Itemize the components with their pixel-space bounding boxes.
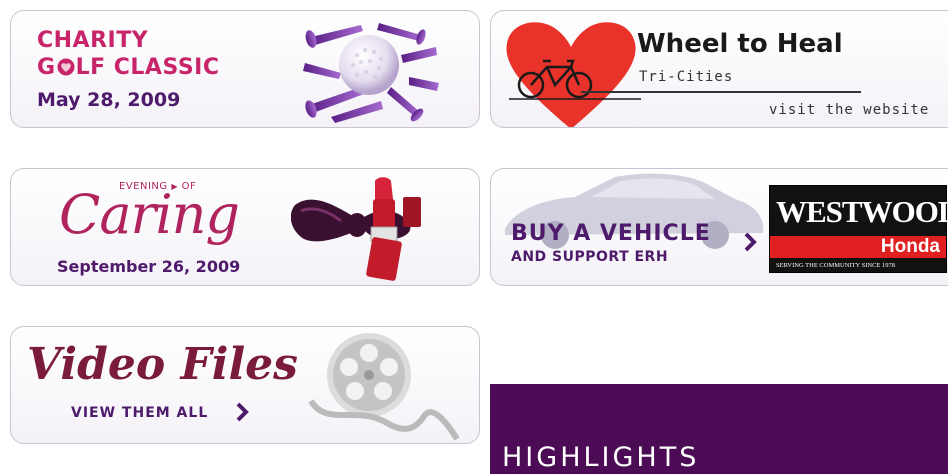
buy-vehicle-banner[interactable]: BUY A VEHICLE AND SUPPORT ERH WESTWOOD H… [490, 168, 948, 286]
wheel-to-heal-banner[interactable]: Wheel to Heal Tri-Cities visit the websi… [490, 10, 948, 128]
dealer-brand: Honda [880, 236, 940, 257]
evening-of-caring-banner[interactable]: EVENING ▶ OF Caring September 26, 2009 [10, 168, 480, 286]
caring-script-title: Caring [59, 183, 240, 246]
vehicle-headline: BUY A VEHICLE [511, 221, 711, 246]
vehicle-subline: AND SUPPORT ERH [511, 249, 669, 265]
divider [581, 91, 861, 93]
chevron-right-icon [235, 401, 249, 427]
dealer-name: WESTWOOD [776, 194, 948, 229]
wheel-title: Wheel to Heal [637, 29, 843, 59]
film-reel-icon [307, 327, 477, 443]
highlights-panel: HIGHLIGHTS [490, 384, 948, 474]
westwood-honda-logo: WESTWOOD Honda SERVING THE COMMUNITY SIN… [769, 185, 948, 273]
wheel-subtitle: Tri-Cities [639, 69, 734, 85]
golf-ball-tees-icon [291, 17, 441, 125]
heart-bicycle-icon [501, 17, 651, 127]
golf-title-line1: CHARITY [37, 28, 149, 53]
view-all-link[interactable]: VIEW THEM ALL [71, 405, 208, 421]
golf-classic-banner[interactable]: CHARITY G LF CLASSIC May 28, 2009 [10, 10, 480, 128]
heart-ball-icon [56, 57, 76, 76]
golf-date: May 28, 2009 [37, 89, 181, 111]
dealer-tagline: SERVING THE COMMUNITY SINCE 1978 [776, 262, 896, 269]
caring-date: September 26, 2009 [57, 257, 241, 276]
highlights-title: HIGHLIGHTS [502, 442, 700, 473]
visit-website-link[interactable]: visit the website [769, 102, 929, 118]
video-title: Video Files [27, 339, 298, 390]
chevron-right-icon [743, 231, 757, 257]
lipstick-bowtie-icon [290, 175, 451, 285]
video-files-banner[interactable]: Video Files VIEW THEM ALL [10, 326, 480, 444]
golf-title-line2: G LF CLASSIC [37, 55, 220, 80]
